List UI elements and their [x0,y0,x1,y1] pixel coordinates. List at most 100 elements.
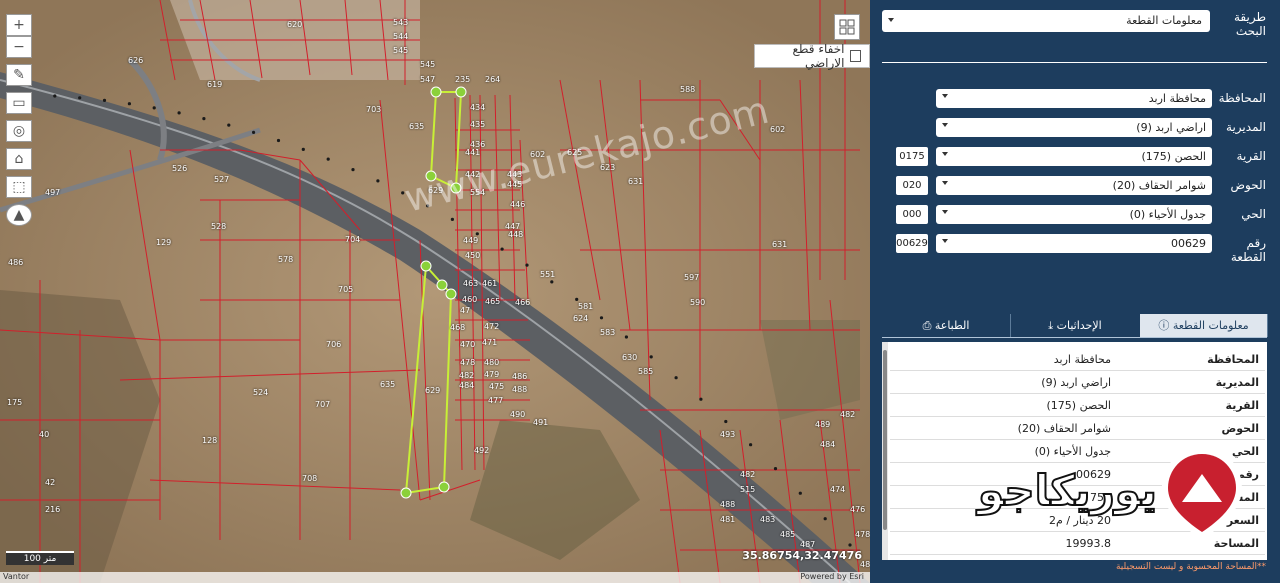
print-icon: ⎙ [922,319,935,332]
tab-print[interactable]: ⎙ الطباعة [882,314,1011,337]
chevron-down-icon [942,239,948,243]
compass-icon[interactable]: ▲ [6,204,32,226]
info-key: المحافظة [1207,353,1259,366]
info-row: المحافظة محافظة اربد [890,348,1265,371]
field-code-input[interactable]: 0175 [896,147,928,166]
parcel-number-label: 460 [462,295,478,304]
field-code-input[interactable]: 00629 [896,234,928,253]
parcel-number-label: 585 [638,367,654,376]
parcel-number-label: 489 [815,420,831,429]
info-value: شوامر الحقاف (20) [1017,422,1111,435]
info-row: القرية الحصن (175) [890,394,1265,417]
locate-icon[interactable]: ◎ [6,120,32,142]
chevron-down-icon [942,94,948,98]
parcel-number-label: 545 [393,46,409,55]
basemap-grid-icon[interactable] [834,14,860,40]
parcel-number-label: 527 [214,175,230,184]
parcel-number-label: 630 [622,353,638,362]
parcel-number-label: 490 [510,410,526,419]
parcel-number-label: 175 [7,398,23,407]
parcel-number-label: 472 [484,322,500,331]
info-row: المديرية اراضي اربد (9) [890,371,1265,394]
parcel-number-label: 483 [760,515,776,524]
zoom-out-icon[interactable]: − [6,36,32,58]
home-icon[interactable]: ⌂ [6,148,32,170]
parcel-number-label: 128 [202,436,218,445]
parcel-number-label: 129 [156,238,172,247]
parcel-number-label: 475 [489,382,505,391]
parcel-number-label: 466 [515,298,531,307]
info-key: المديرية [1215,376,1259,389]
scrollbar[interactable] [882,342,888,560]
field-select[interactable]: محافظة اربد [936,89,1212,108]
parcel-number-label: 480 [484,358,500,367]
location-pin-icon [1162,448,1242,540]
parcel-number-label: 708 [302,474,318,483]
parcel-number-label: 547 [420,75,436,84]
field-select[interactable]: جدول الأحياء (0) [936,205,1212,224]
hide-parcels-label: اخفاء قطع الاراضي [792,42,845,70]
field-code-input[interactable]: 020 [896,176,928,195]
field-select[interactable]: شوامر الحقاف (20) [936,176,1212,195]
draw-icon[interactable]: ✎ [6,64,32,86]
field-select[interactable]: اراضي اربد (9) [936,118,1212,137]
zoom-in-icon[interactable]: + [6,14,32,36]
coordinate-readout: 35.86754,32.47476 [742,549,862,562]
field-value: اراضي اربد (9) [1136,121,1206,134]
chevron-down-icon [942,152,948,156]
parcel-number-label: 448 [508,230,524,239]
parcel-number-label: 463 [463,279,479,288]
field-value: الحصن (175) [1141,150,1206,163]
parcel-number-label: 486 [8,258,24,267]
parcel-number-label: 450 [465,251,481,260]
parcel-number-label: 40 [39,430,50,439]
parcel-number-label: 474 [830,485,846,494]
field-select[interactable]: الحصن (175) [936,147,1212,166]
parcel-number-label: 465 [485,297,501,306]
logo-text: يوريكاجو [977,465,1159,516]
parcel-number-label: 485 [780,530,796,539]
tab-parcel-info[interactable]: ⓘ معلومات القطعة [1140,314,1268,337]
parcel-number-label: 493 [720,430,736,439]
parcel-number-label: 470 [460,340,476,349]
parcel-number-label: 492 [474,446,490,455]
field-code-input[interactable]: 000 [896,205,928,224]
hide-parcels-toggle[interactable]: اخفاء قطع الاراضي [754,42,870,70]
field-value: جدول الأحياء (0) [1129,208,1206,221]
parcel-number-label: 544 [393,32,409,41]
area-icon[interactable]: ⬚ [6,176,32,198]
info-icon: ⓘ [1158,319,1173,332]
parcel-number-label: 620 [287,20,303,29]
field-label: الحي [1241,207,1266,221]
parcel-number-label: 545 [420,60,436,69]
parcel-number-label: 624 [573,314,589,323]
search-method-select[interactable]: معلومات القطعة [882,10,1210,32]
parcel-number-label: 488 [512,385,528,394]
parcel-number-label: 482 [459,371,475,380]
map-view[interactable]: 543 544 545 545 547 235 264 620 619 626 703 635 629 4… [0,0,870,583]
field-label: القرية [1236,149,1266,163]
parcel-number-label: 635 [409,122,425,131]
chevron-down-icon [942,181,948,185]
field-label: الحوض [1230,178,1266,192]
parcel-number-label: 581 [578,302,594,311]
info-row: الحوض شوامر الحقاف (20) [890,417,1265,440]
info-value: اراضي اربد (9) [1041,376,1111,389]
parcel-number-label: 488 [720,500,736,509]
parcel-number-label: 235 [455,75,471,84]
download-icon: ⤓ [1048,319,1057,332]
parcel-number-label: 476 [850,505,866,514]
parcel-number-label: 597 [684,273,700,282]
measure-icon[interactable]: ▭ [6,92,32,114]
parcel-number-label: 551 [540,270,556,279]
search-method-label: طريقة البحث [1233,10,1266,38]
parcel-number-label: 482 [740,470,756,479]
hide-parcels-checkbox[interactable] [850,50,861,62]
parcel-number-label: 484 [459,381,475,390]
field-select[interactable]: 00629 [936,234,1212,253]
tab-coordinates[interactable]: ⤓ الإحداثيات [1010,314,1141,337]
parcel-number-label: 478 [855,530,870,539]
parcel-number-label: 588 [680,85,696,94]
parcel-number-label: 42 [45,478,56,487]
satellite-map [0,0,870,583]
